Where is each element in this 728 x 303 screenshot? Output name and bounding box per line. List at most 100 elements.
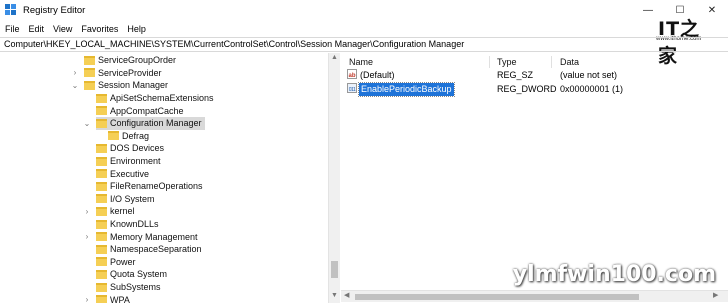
- menu-file[interactable]: File: [5, 24, 20, 34]
- value-data: (value not set): [560, 70, 618, 80]
- tree-item[interactable]: SubSystems: [96, 281, 161, 294]
- tree-item[interactable]: ServiceProvider: [84, 67, 162, 80]
- tree-item[interactable]: ApiSetSchemaExtensions: [96, 92, 214, 105]
- expand-chevron-icon[interactable]: ›: [83, 230, 91, 242]
- value-name: EnablePeriodicBackup: [358, 82, 455, 97]
- tree-item-label: ServiceGroupOrder: [98, 55, 177, 66]
- folder-icon: [96, 106, 107, 116]
- column-divider[interactable]: [489, 56, 490, 68]
- folder-icon: [96, 257, 107, 267]
- column-divider[interactable]: [551, 56, 552, 68]
- binary-value-icon: 011: [347, 83, 357, 93]
- column-header-data[interactable]: Data: [560, 55, 579, 69]
- value-type: REG_DWORD: [497, 84, 557, 94]
- tree-item[interactable]: ServiceGroupOrder: [84, 54, 176, 67]
- folder-icon: [96, 143, 107, 153]
- scroll-thumb[interactable]: [355, 294, 639, 300]
- scroll-up-icon[interactable]: ▲: [331, 54, 338, 61]
- folder-icon: [96, 295, 107, 303]
- folder-icon: [96, 169, 107, 179]
- scroll-down-icon[interactable]: ▼: [331, 292, 338, 299]
- folder-icon: [84, 55, 95, 65]
- folder-icon: [84, 80, 95, 90]
- tree-item-label: WPA: [110, 294, 130, 303]
- site-watermark: ylmfwin100.com: [512, 262, 716, 287]
- scroll-thumb[interactable]: [331, 261, 338, 278]
- tree-item[interactable]: Defrag: [108, 130, 149, 143]
- expand-chevron-icon[interactable]: ›: [71, 67, 79, 79]
- scroll-left-icon[interactable]: ◀: [344, 291, 349, 299]
- tree-item[interactable]: Environment: [96, 155, 161, 168]
- folder-icon: [84, 68, 95, 78]
- title-bar: Registry Editor — ☐ ✕: [0, 0, 728, 20]
- folder-icon: [96, 181, 107, 191]
- tree-item[interactable]: NamespaceSeparation: [96, 243, 202, 256]
- tree-item[interactable]: Quota System: [96, 268, 167, 281]
- value-name: (Default): [360, 70, 395, 80]
- folder-icon: [96, 118, 107, 128]
- tree-item-label: kernel: [110, 206, 135, 217]
- scroll-right-icon[interactable]: ▶: [713, 291, 718, 299]
- tree-item[interactable]: Executive: [96, 167, 149, 180]
- tree-item[interactable]: Configuration Manager: [96, 117, 205, 130]
- tree-vertical-scrollbar[interactable]: ▲ ▼: [328, 53, 340, 303]
- tree-item[interactable]: DOS Devices: [96, 142, 164, 155]
- menu-edit[interactable]: Edit: [29, 24, 45, 34]
- menu-help[interactable]: Help: [127, 24, 146, 34]
- tree-item-label: ServiceProvider: [98, 67, 162, 78]
- value-data: 0x00000001 (1): [560, 84, 624, 94]
- tree-item[interactable]: kernel: [96, 205, 135, 218]
- folder-icon: [96, 269, 107, 279]
- value-row[interactable]: ab (Default) REG_SZ (value not set): [341, 69, 728, 82]
- folder-icon: [96, 219, 107, 229]
- expand-chevron-icon[interactable]: ›: [83, 205, 91, 217]
- address-bar[interactable]: Computer\HKEY_LOCAL_MACHINE\SYSTEM\Curre…: [0, 37, 728, 52]
- window-title: Registry Editor: [23, 4, 86, 16]
- tree-item-label: I/O System: [110, 193, 155, 204]
- menu-favorites[interactable]: Favorites: [81, 24, 118, 34]
- tree-item-label: Quota System: [110, 269, 168, 280]
- string-value-icon: ab: [347, 69, 357, 79]
- tree-item[interactable]: Power: [96, 256, 136, 269]
- tree-item-label: Executive: [110, 168, 150, 179]
- key-tree: ServiceGroupOrder › ServiceProvider ⌄ Sessio…: [0, 53, 340, 303]
- registry-editor-icon: [5, 4, 17, 16]
- tree-item[interactable]: WPA: [96, 293, 130, 303]
- value-row-selected[interactable]: 011 EnablePeriodicBackup REG_DWORD 0x000…: [341, 82, 728, 97]
- tree-item-label: FileRenameOperations: [110, 181, 203, 192]
- tree-item-label: Defrag: [122, 130, 150, 141]
- tree-item-label: DOS Devices: [110, 143, 165, 154]
- tree-item[interactable]: Memory Management: [96, 230, 198, 243]
- folder-icon: [96, 93, 107, 103]
- tree-item-label: Memory Management: [110, 231, 198, 242]
- column-header-name[interactable]: Name: [349, 55, 373, 69]
- menu-bar: File Edit View Favorites Help: [0, 21, 155, 36]
- tree-item-label: Session Manager: [98, 80, 169, 91]
- list-horizontal-scrollbar[interactable]: ◀ ▶: [341, 290, 728, 302]
- folder-icon: [96, 156, 107, 166]
- tree-item[interactable]: Session Manager: [84, 79, 168, 92]
- tree-item-label: NamespaceSeparation: [110, 244, 202, 255]
- tree-item-label: Power: [110, 256, 136, 267]
- folder-icon: [96, 232, 107, 242]
- collapse-chevron-icon[interactable]: ⌄: [71, 79, 79, 91]
- collapse-chevron-icon[interactable]: ⌄: [83, 117, 91, 129]
- tree-item[interactable]: FileRenameOperations: [96, 180, 203, 193]
- tree-item-label: AppCompatCache: [110, 105, 184, 116]
- column-header-type[interactable]: Type: [497, 55, 517, 69]
- tree-item-label: KnownDLLs: [110, 219, 159, 230]
- tree-item[interactable]: I/O System: [96, 193, 155, 206]
- menu-view[interactable]: View: [53, 24, 72, 34]
- folder-icon: [96, 206, 107, 216]
- folder-icon: [96, 244, 107, 254]
- tree-item-label: Environment: [110, 156, 161, 167]
- tree-item[interactable]: AppCompatCache: [96, 104, 184, 117]
- value-type: REG_SZ: [497, 70, 534, 80]
- tree-item[interactable]: KnownDLLs: [96, 218, 159, 231]
- tree-item-label: Configuration Manager: [110, 118, 202, 129]
- tree-item-label: ApiSetSchemaExtensions: [110, 93, 214, 104]
- folder-icon: [108, 131, 119, 141]
- folder-icon: [96, 282, 107, 292]
- expand-chevron-icon[interactable]: ›: [83, 293, 91, 303]
- folder-icon: [96, 194, 107, 204]
